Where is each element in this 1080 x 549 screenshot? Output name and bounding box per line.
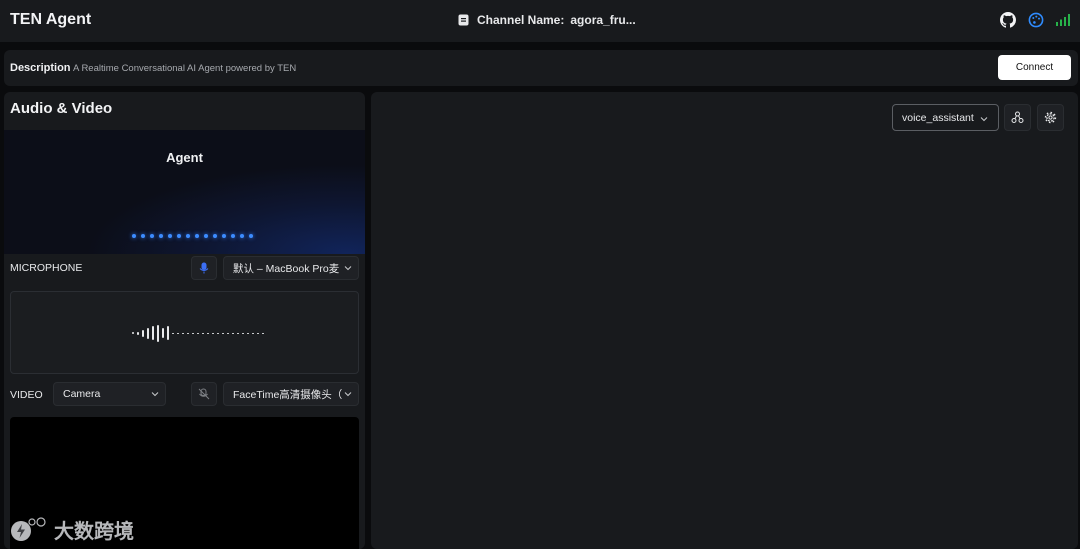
github-icon[interactable]: [1000, 12, 1016, 28]
panel-title: Audio & Video: [10, 100, 113, 117]
video-label: VIDEO: [10, 389, 43, 401]
graph-select-value: voice_assistant: [902, 111, 974, 124]
description-bar: Description A Realtime Conversational AI…: [4, 50, 1078, 86]
agent-view: Agent: [4, 130, 365, 254]
channel-info: Channel Name: agora_fru...: [458, 13, 636, 27]
audio-video-panel: Audio & Video Agent MICROPHONE 默认 – MacB…: [4, 92, 365, 549]
network-button[interactable]: [1004, 104, 1031, 131]
app-title: TEN Agent: [10, 11, 92, 28]
settings-button[interactable]: [1037, 104, 1064, 131]
network-icon: [1011, 111, 1024, 123]
palette-icon[interactable]: [1028, 12, 1044, 28]
watermark: 大数跨境: [10, 515, 134, 544]
connect-button[interactable]: Connect: [998, 55, 1071, 80]
channel-value: agora_fru...: [570, 13, 636, 27]
watermark-logo-icon: [11, 516, 46, 541]
video-device-value: FaceTime高清摄像头（: [233, 388, 343, 401]
signal-icon: [1056, 14, 1070, 26]
agent-audio-visualizer: [132, 234, 253, 238]
microphone-visualizer: [10, 291, 359, 374]
top-icons: [1000, 12, 1070, 28]
microphone-icon: [199, 262, 209, 274]
microphone-label: MICROPHONE: [10, 262, 83, 274]
graph-select[interactable]: voice_assistant: [892, 104, 999, 131]
video-device-select[interactable]: FaceTime高清摄像头（: [223, 382, 359, 406]
video-source-select[interactable]: Camera: [53, 382, 166, 406]
chevron-down-icon: [980, 117, 988, 122]
chevron-down-icon: [151, 392, 159, 397]
chevron-down-icon: [344, 392, 352, 397]
camera-toggle-button[interactable]: [191, 382, 217, 406]
chevron-down-icon: [344, 266, 352, 271]
agent-label: Agent: [166, 150, 203, 165]
gear-icon: [1044, 111, 1057, 124]
channel-label: Channel Name:: [477, 13, 565, 27]
watermark-text: 大数跨境: [54, 519, 134, 543]
microphone-device-select[interactable]: 默认 – MacBook Pro麦: [223, 256, 359, 280]
camera-off-icon: [198, 388, 210, 400]
document-icon: [458, 14, 469, 26]
top-bar: TEN Agent Channel Name: agora_fru...: [0, 0, 1080, 42]
video-source-value: Camera: [63, 388, 101, 400]
description-label: Description: [10, 62, 71, 74]
microphone-toggle-button[interactable]: [191, 256, 217, 280]
microphone-waveform: [132, 324, 264, 342]
description-text: A Realtime Conversational AI Agent power…: [73, 63, 297, 74]
microphone-device-value: 默认 – MacBook Pro麦: [233, 262, 340, 275]
chat-panel: voice_assistant: [371, 92, 1078, 549]
